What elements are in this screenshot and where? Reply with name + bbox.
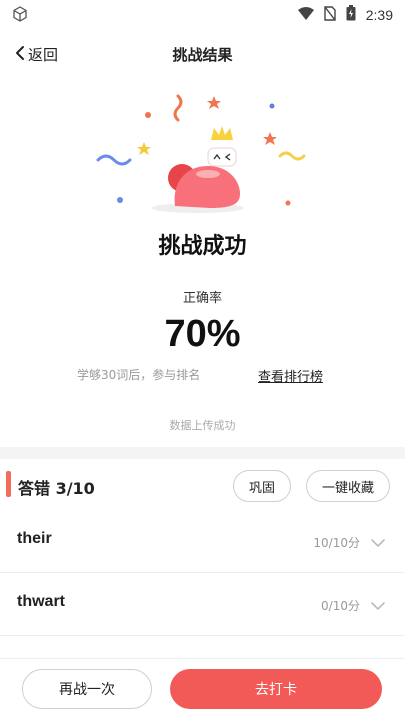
upload-status: 数据上传成功: [169, 419, 236, 432]
leaderboard-link[interactable]: 查看排行榜: [258, 366, 323, 385]
word-score: 10/10分: [313, 536, 360, 550]
wrong-answers-header: 答错 3/10 巩固 一键收藏: [0, 462, 405, 508]
celebration-illustration: [90, 88, 315, 218]
ranking-hint: 学够30词后，参与排名: [77, 368, 201, 382]
checkin-button[interactable]: 去打卡: [170, 669, 382, 709]
section-divider: [0, 447, 405, 459]
chevron-down-icon[interactable]: [371, 596, 385, 615]
word-text: their: [17, 530, 52, 547]
word-text: thwart: [17, 593, 65, 610]
wifi-icon: [297, 6, 314, 25]
battery-icon: [346, 5, 356, 25]
wrong-word-list: their 10/10分 thwart 0/10分: [0, 510, 405, 636]
result-headline: 挑战成功: [158, 234, 247, 259]
ranking-hint-row: 学够30词后，参与排名 查看排行榜: [0, 366, 405, 386]
word-score: 0/10分: [321, 599, 360, 613]
collect-all-button[interactable]: 一键收藏: [306, 470, 390, 502]
cube-icon: [12, 6, 28, 26]
wrong-count-label: 答错 3/10: [18, 479, 95, 498]
accuracy-label: 正确率: [182, 291, 222, 306]
nav-bar: 返回 挑战结果: [0, 34, 405, 74]
word-row[interactable]: their 10/10分: [0, 510, 405, 573]
no-sim-icon: [324, 5, 336, 25]
consolidate-button[interactable]: 巩固: [233, 470, 291, 502]
bottom-action-bar: 再战一次 去打卡: [0, 658, 405, 720]
accuracy-value: 70%: [164, 313, 241, 355]
section-accent-bar: [6, 471, 11, 497]
page-title: 挑战结果: [172, 46, 233, 64]
status-bar: 2:39: [0, 0, 405, 30]
word-row[interactable]: thwart 0/10分: [0, 573, 405, 636]
chevron-down-icon[interactable]: [371, 533, 385, 552]
retry-button[interactable]: 再战一次: [22, 669, 152, 709]
clock: 2:39: [365, 7, 393, 23]
